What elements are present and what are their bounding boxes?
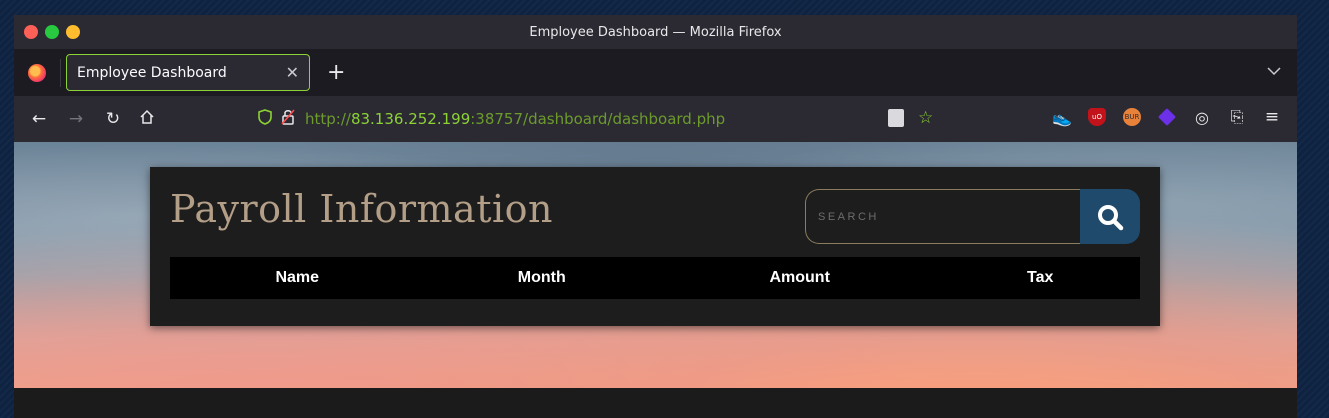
payroll-table-header: Name Month Amount Tax <box>170 257 1140 299</box>
tab-separator <box>60 58 61 87</box>
column-header-amount: Amount <box>769 269 830 286</box>
browser-window: Employee Dashboard — Mozilla Firefox Emp… <box>14 15 1297 418</box>
payroll-panel: Payroll Information Name Month Amount Ta… <box>150 167 1160 326</box>
extensions-icon[interactable]: ⎘ <box>1228 107 1246 126</box>
navigation-bar: ← → ↻ http://83.136.252.199:38757/dashbo… <box>14 96 1297 142</box>
column-header-tax: Tax <box>1027 269 1054 286</box>
maximize-window-button[interactable] <box>45 25 59 39</box>
window-title: Employee Dashboard — Mozilla Firefox <box>529 24 782 40</box>
column-header-month: Month <box>517 269 566 286</box>
shoe-icon[interactable]: 👟 <box>1052 108 1072 127</box>
home-icon[interactable] <box>136 109 158 130</box>
url-text[interactable]: http://83.136.252.199:38757/dashboard/da… <box>305 110 725 128</box>
bookmark-star-icon[interactable]: ☆ <box>918 109 933 127</box>
close-icon[interactable]: ✕ <box>286 63 299 82</box>
url-path: :38757/dashboard/dashboard.php <box>470 110 726 128</box>
title-bar: Employee Dashboard — Mozilla Firefox <box>14 15 1297 49</box>
url-bar[interactable]: http://83.136.252.199:38757/dashboard/da… <box>258 96 725 142</box>
page-actions: ☆ <box>888 109 933 127</box>
tab-employee-dashboard[interactable]: Employee Dashboard ✕ <box>66 54 310 91</box>
search-input[interactable] <box>805 189 1080 244</box>
reader-view-icon[interactable] <box>888 109 904 127</box>
minimize-window-button[interactable] <box>66 25 80 39</box>
window-controls <box>24 25 80 39</box>
tab-bar: Employee Dashboard ✕ + <box>14 49 1297 96</box>
back-arrow-icon[interactable]: ← <box>28 109 50 129</box>
firefox-icon[interactable] <box>28 63 46 82</box>
search-button[interactable] <box>1080 189 1140 244</box>
page-footer-area <box>14 388 1297 418</box>
close-window-button[interactable] <box>24 25 38 39</box>
page-content: Payroll Information Name Month Amount Ta… <box>14 142 1297 388</box>
forward-arrow-icon[interactable]: → <box>65 109 87 129</box>
insecure-lock-icon[interactable] <box>281 109 295 129</box>
page-title: Payroll Information <box>170 187 553 231</box>
ublock-icon[interactable]: uO <box>1088 108 1106 126</box>
column-header-name: Name <box>275 269 320 286</box>
cookie-icon[interactable]: ◎ <box>1193 108 1211 127</box>
reload-icon[interactable]: ↻ <box>102 109 124 129</box>
url-prefix: http:// <box>305 110 351 128</box>
tab-label: Employee Dashboard <box>77 64 227 81</box>
extensions-toolbar: 👟 uO BUR ◎ ⎘ ≡ <box>1052 107 1281 127</box>
new-tab-button[interactable]: + <box>327 61 345 84</box>
url-host: 83.136.252.199 <box>350 110 471 128</box>
chevron-down-icon[interactable] <box>1267 63 1281 79</box>
burp-icon[interactable]: BUR <box>1123 108 1141 126</box>
shield-icon[interactable] <box>258 109 272 129</box>
search-icon <box>1098 204 1124 230</box>
diamond-icon[interactable] <box>1158 108 1176 126</box>
search-form <box>805 189 1140 244</box>
menu-icon[interactable]: ≡ <box>1263 107 1281 127</box>
